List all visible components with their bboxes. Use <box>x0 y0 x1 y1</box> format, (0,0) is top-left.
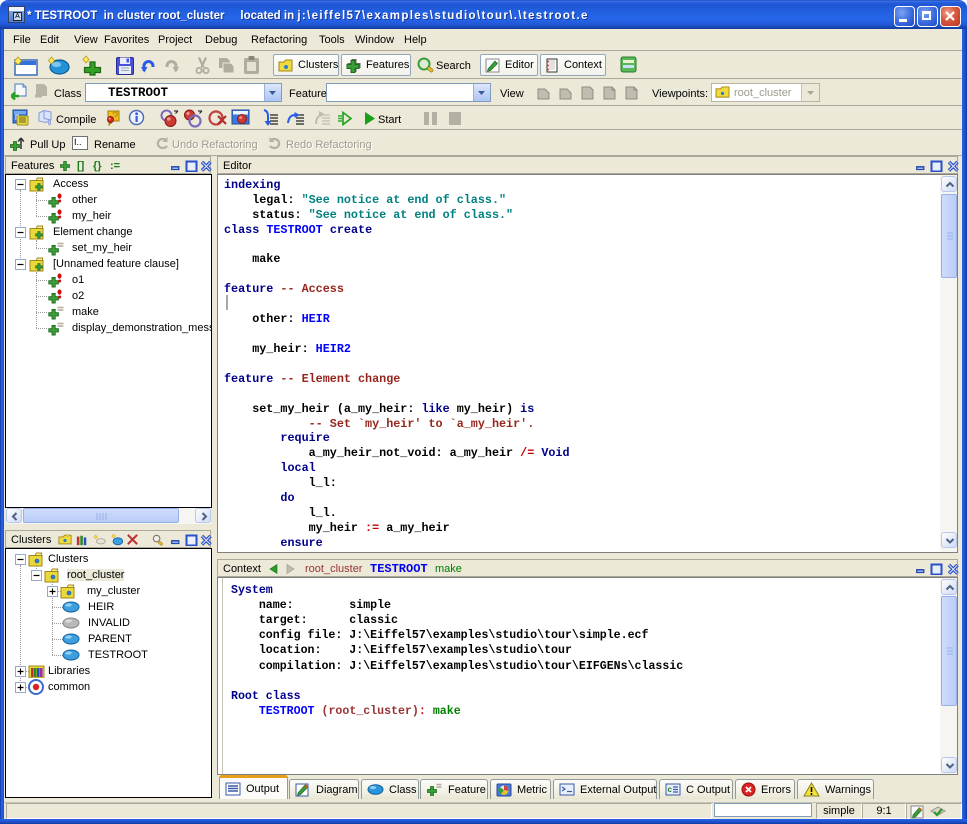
svg-text:c: c <box>668 785 673 794</box>
